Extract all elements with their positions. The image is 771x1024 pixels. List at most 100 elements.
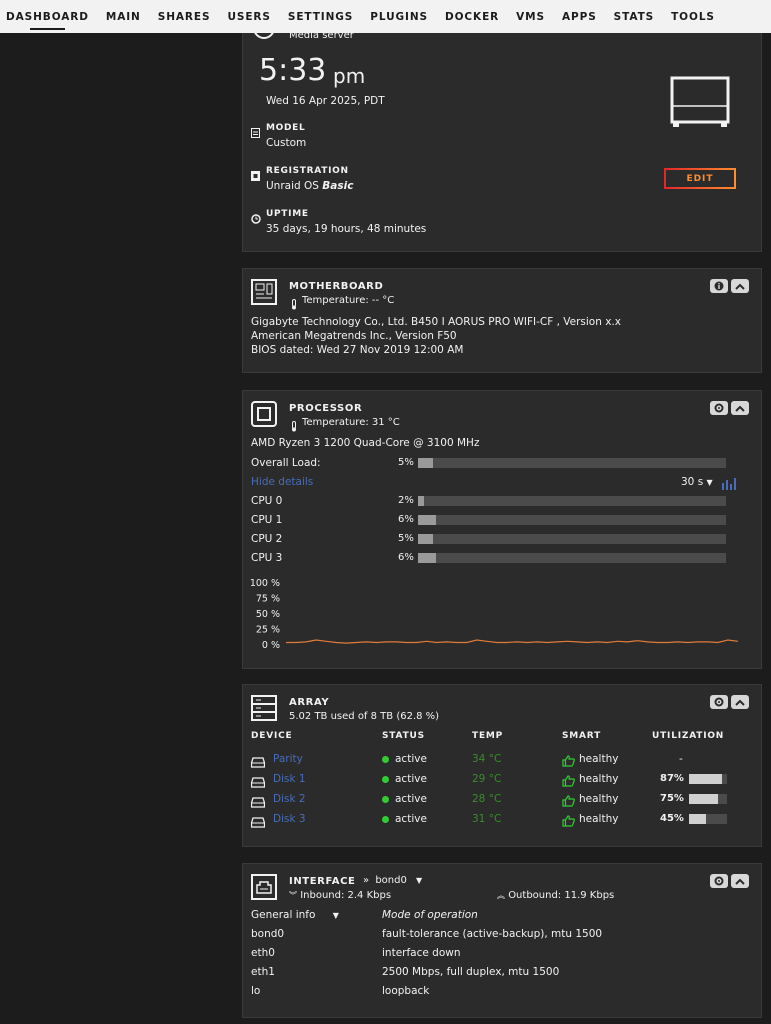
interface-mode: fault-tolerance (active-backup), mtu 150… [382,928,603,940]
interface-select[interactable]: » bond0 ▼ [363,875,422,886]
collapse-button[interactable] [731,695,749,709]
nav-main[interactable]: MAIN [106,7,141,27]
chart-icon[interactable] [721,475,736,494]
cpu-bar [418,515,726,525]
cpu-label: CPU 1 [251,514,283,526]
server-description: Media server [289,30,354,41]
disk-name-link[interactable]: Parity [273,753,303,765]
disk-utilization: 45% [660,813,684,824]
chevron-up-icon [735,878,745,885]
collapse-button[interactable] [731,279,749,293]
motherboard-temperature: Temperature: -- °C [302,295,395,306]
nav-apps[interactable]: APPS [562,7,597,27]
nav-dashboard[interactable]: DASHBOARD [6,7,89,30]
caret-down-icon: ▼ [416,876,423,885]
registration-os: Unraid OS [266,180,319,192]
interface-mode: interface down [382,947,461,959]
inbound-chevron-icon: ︾ [289,891,297,900]
thermometer-icon [291,417,297,436]
edit-button[interactable]: EDIT [664,168,736,189]
disk-temp: 31 °C [472,813,502,825]
disk-utilization-fill [689,794,718,804]
clock-date: Wed 16 Apr 2025, PDT [266,95,385,107]
cpu-label: CPU 3 [251,552,283,564]
settings-button[interactable] [710,874,728,888]
info-select[interactable]: General info ▼ [251,909,339,921]
array-icon [251,695,277,725]
nav-vms[interactable]: VMS [516,7,545,27]
overall-load-fill [418,458,434,468]
disk-utilization-bar [689,774,727,784]
motherboard-line3: BIOS dated: Wed 27 Nov 2019 12:00 AM [251,344,464,356]
network-icon [251,874,277,904]
array-title: ARRAY [289,697,330,708]
collapse-button[interactable] [731,401,749,415]
interval-select[interactable]: 30 s ▼ [681,476,713,488]
processor-temperature: Temperature: 31 °C [302,417,400,428]
nav-settings[interactable]: SETTINGS [288,7,353,27]
gear-icon [714,697,724,707]
cpu-bar-fill [418,515,437,525]
cpu-bar [418,553,726,563]
cpu-label: CPU 2 [251,533,283,545]
interface-name: eth1 [251,966,275,978]
status-dot [382,795,389,803]
hide-details-link[interactable]: Hide details [251,476,313,488]
server-case-icon [670,76,730,132]
disk-status-text: active [395,793,427,805]
disk-utilization-bar [689,794,727,804]
disk-icon [250,813,266,832]
cpu-value: 2% [398,495,414,506]
info-icon [714,281,724,291]
chevron-up-icon [735,283,745,290]
collapse-button[interactable] [731,874,749,888]
disk-name-link[interactable]: Disk 3 [273,813,306,825]
motherboard-line1: Gigabyte Technology Co., Ltd. B450 I AOR… [251,316,621,328]
uptime-icon [251,209,261,228]
nav-stats[interactable]: STATS [614,7,654,27]
nav-docker[interactable]: DOCKER [445,7,499,27]
disk-name-link[interactable]: Disk 2 [273,793,306,805]
disk-name-link[interactable]: Disk 1 [273,773,306,785]
cpu-load-line [286,639,739,644]
gear-icon [714,403,724,413]
disk-icon [250,793,266,812]
cpu-label: CPU 0 [251,495,283,507]
outbound-value: Outbound: 11.9 Kbps [508,890,615,901]
settings-button[interactable] [710,401,728,415]
disk-temp: 28 °C [472,793,502,805]
disk-utilization: 75% [660,793,684,804]
nav-users[interactable]: USERS [227,7,270,27]
col-status: STATUS [382,731,425,741]
nav-shares[interactable]: SHARES [158,7,211,27]
cpu-load-graph: 100 % 75 % 50 % 25 % 0 % [250,578,739,651]
graph-tick-label: 75 % [256,594,280,605]
settings-button[interactable] [710,695,728,709]
col-device: DEVICE [251,731,293,741]
disk-utilization-fill [689,814,707,824]
outbound: ︽ Outbound: 11.9 Kbps [497,890,614,901]
thumbs-up-icon [562,772,575,791]
cpu-bar-fill [418,496,425,506]
disk-icon [250,773,266,792]
uptime-label: UPTIME [266,209,309,219]
registration-label: REGISTRATION [266,166,349,176]
processor-icon [251,401,277,431]
graph-tick-label: 50 % [256,609,280,620]
info-button[interactable] [710,279,728,293]
inbound: ︾ Inbound: 2.4 Kbps [289,890,391,901]
nav-plugins[interactable]: PLUGINS [370,7,428,27]
disk-icon [250,753,266,772]
status-dot [382,775,389,783]
cpu-value: 5% [398,533,414,544]
processor-model: AMD Ryzen 3 1200 Quad-Core @ 3100 MHz [251,437,480,449]
overall-load-label: Overall Load: [251,457,321,469]
overall-load-value: 5% [398,457,414,468]
interface-name: lo [251,985,261,997]
top-nav: DASHBOARD MAIN SHARES USERS SETTINGS PLU… [0,0,771,33]
uptime-value: 35 days, 19 hours, 48 minutes [266,223,427,235]
nav-tools[interactable]: TOOLS [671,7,715,27]
processor-panel: PROCESSOR Temperature: 31 °C AMD Ryzen 3… [242,390,762,669]
cpu-bar [418,496,726,506]
disk-utilization: - [679,753,683,765]
